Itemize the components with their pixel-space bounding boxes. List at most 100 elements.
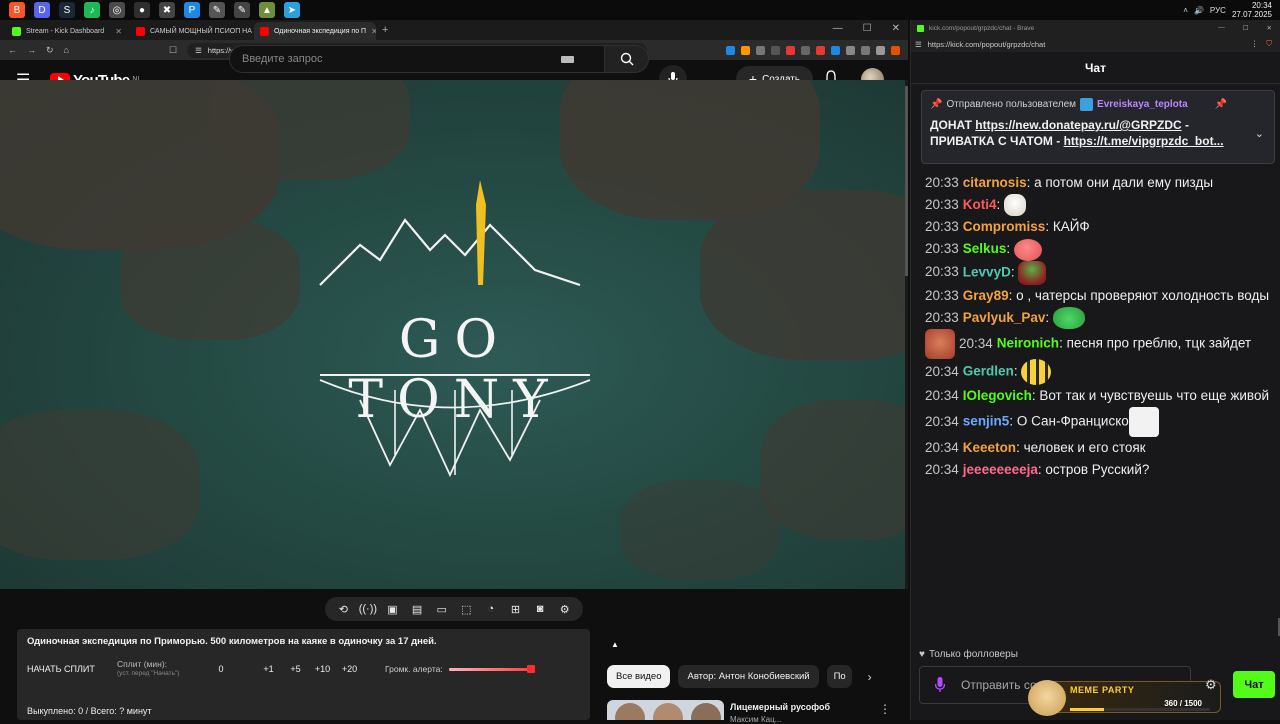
extension-icon[interactable]: [846, 45, 855, 55]
extension-icon[interactable]: [741, 45, 750, 55]
start-split-button[interactable]: НАЧАТЬ СПЛИТ: [27, 664, 117, 674]
split-minutes-input[interactable]: 0: [207, 664, 235, 674]
extension-icon[interactable]: [816, 45, 825, 55]
message-username[interactable]: Selkus: [963, 241, 1007, 256]
app-icon[interactable]: ✖: [159, 2, 175, 18]
volume-knob[interactable]: [526, 665, 535, 673]
message-username[interactable]: Pavlyuk_Pav: [963, 310, 1046, 325]
message-username[interactable]: Gerdlen: [963, 364, 1014, 379]
send-chat-button[interactable]: Чат: [1233, 671, 1275, 698]
clock[interactable]: 20:34 27.07.2025: [1232, 1, 1272, 19]
video-player[interactable]: GO TONY: [0, 80, 905, 589]
camera-icon[interactable]: ◙: [532, 602, 548, 616]
message-username[interactable]: Compromiss: [963, 219, 1046, 234]
tab-close-icon[interactable]: ✕: [371, 27, 376, 36]
recommended-video[interactable]: Лицемерный русофоб Максим Кац... ⋮: [607, 700, 897, 724]
lang-indicator[interactable]: РУС: [1210, 6, 1226, 15]
chevron-up-icon[interactable]: ˄: [1183, 6, 1188, 15]
site-info-icon[interactable]: ☰: [195, 46, 202, 55]
search-input[interactable]: Введите запрос: [229, 45, 605, 73]
browser-tab[interactable]: Одиночная экспедиция по П ✕: [254, 22, 376, 40]
recommended-title[interactable]: Лицемерный русофоб: [730, 702, 830, 712]
brave-icon[interactable]: B: [9, 2, 25, 18]
extension-icon[interactable]: [891, 45, 900, 55]
steam-icon[interactable]: S: [59, 2, 75, 18]
message-username[interactable]: citarnosis: [963, 175, 1027, 190]
mic-icon[interactable]: [935, 677, 945, 693]
loop-icon[interactable]: ⟲: [335, 602, 351, 616]
maximize-icon[interactable]: ☐: [863, 23, 872, 34]
add-frame-icon[interactable]: ⊞: [507, 602, 523, 616]
view-icon[interactable]: ▣: [384, 602, 400, 616]
browser-tab[interactable]: САМЫЙ МОЩНЫЙ ПСИОП НА РУ✕: [130, 22, 252, 40]
video-thumbnail[interactable]: [607, 700, 724, 720]
message-username[interactable]: senjin5: [963, 414, 1010, 429]
speaker-icon[interactable]: 🔊: [1194, 6, 1204, 15]
more-vert-icon[interactable]: ⋮: [879, 702, 891, 716]
maximize-icon[interactable]: ☐: [1243, 24, 1249, 32]
add-5-button[interactable]: +5: [282, 664, 309, 674]
extension-icon[interactable]: [726, 45, 735, 55]
discord-icon[interactable]: D: [34, 2, 50, 18]
chip-related[interactable]: По: [826, 665, 852, 688]
message-username[interactable]: IOlegovich: [963, 388, 1032, 403]
settings-icon[interactable]: ⚙: [557, 602, 573, 616]
spotify-icon[interactable]: ♪: [84, 2, 100, 18]
pinned-username[interactable]: Evreiskaya_teplota: [1097, 99, 1188, 110]
app-icon[interactable]: ✎: [234, 2, 250, 18]
more-icon[interactable]: ⋮: [1251, 39, 1259, 49]
page-scrollbar[interactable]: [905, 80, 908, 589]
film-icon[interactable]: ▤: [409, 602, 425, 616]
chrome-icon[interactable]: ◎: [109, 2, 125, 18]
message-username[interactable]: Neironich: [997, 336, 1059, 351]
aspect-icon[interactable]: ▭: [434, 602, 450, 616]
speed-icon[interactable]: ◔: [483, 602, 499, 616]
app-icon[interactable]: ✎: [209, 2, 225, 18]
minimize-icon[interactable]: —: [1218, 24, 1225, 32]
extension-icon[interactable]: [786, 45, 795, 55]
extension-icon[interactable]: [876, 45, 885, 55]
chip-all-videos[interactable]: Все видео: [607, 665, 671, 688]
alert-volume-slider[interactable]: [448, 665, 535, 673]
message-username[interactable]: Keeeton: [963, 440, 1016, 455]
home-icon[interactable]: ⌂: [64, 45, 69, 55]
close-icon[interactable]: ✕: [1267, 24, 1272, 32]
close-icon[interactable]: ✕: [892, 23, 900, 34]
extension-icon[interactable]: [861, 45, 870, 55]
add-20-button[interactable]: +20: [336, 664, 363, 674]
extension-icon[interactable]: [756, 45, 765, 55]
add-10-button[interactable]: +10: [309, 664, 336, 674]
chevron-right-icon[interactable]: ›: [868, 670, 872, 684]
site-info-icon[interactable]: ☰: [915, 40, 922, 49]
tab-close-icon[interactable]: ✕: [115, 27, 122, 36]
crop-icon[interactable]: ⬚: [458, 602, 474, 616]
keyboard-icon[interactable]: [561, 55, 574, 63]
search-button[interactable]: [605, 45, 649, 73]
forward-icon[interactable]: →: [27, 45, 36, 55]
telegram-icon[interactable]: ➤: [284, 2, 300, 18]
unpin-icon[interactable]: 📌: [1215, 99, 1227, 110]
message-username[interactable]: LevvyD: [963, 264, 1011, 279]
message-username[interactable]: Gray89: [963, 288, 1009, 303]
chat-settings-icon[interactable]: ⚙: [1205, 677, 1217, 693]
broadcast-icon[interactable]: ((·)): [359, 602, 377, 616]
bookmark-icon[interactable]: ☐: [169, 45, 177, 56]
donate-link[interactable]: https://new.donatepay.ru/@GRPZDC: [975, 118, 1181, 132]
chip-author[interactable]: Автор: Антон Конобиевский: [678, 665, 819, 688]
app-icon[interactable]: ▲: [259, 2, 275, 18]
brave-shield-icon[interactable]: ⛉: [1266, 39, 1272, 49]
telegram-link[interactable]: https://t.me/vipgrpzdc_bot...: [1064, 134, 1224, 148]
app-icon[interactable]: P: [184, 2, 200, 18]
extension-icon[interactable]: [771, 45, 780, 55]
chevron-down-icon[interactable]: ⌄: [1255, 127, 1264, 140]
chat-url[interactable]: https://kick.com/popout/grpzdc/chat: [928, 40, 1046, 49]
add-1-button[interactable]: +1: [255, 664, 282, 674]
pinned-message[interactable]: 📌 Отправлено пользователем Evreiskaya_te…: [921, 90, 1275, 164]
obs-icon[interactable]: ●: [134, 2, 150, 18]
message-username[interactable]: jeeeeeeeeja: [963, 462, 1038, 477]
extension-icon[interactable]: [831, 45, 840, 55]
back-icon[interactable]: ←: [8, 45, 17, 55]
message-username[interactable]: Koti4: [963, 197, 997, 212]
new-tab-icon[interactable]: +: [382, 24, 388, 36]
browser-tab[interactable]: Stream - Kick Dashboard ✕: [6, 22, 128, 40]
